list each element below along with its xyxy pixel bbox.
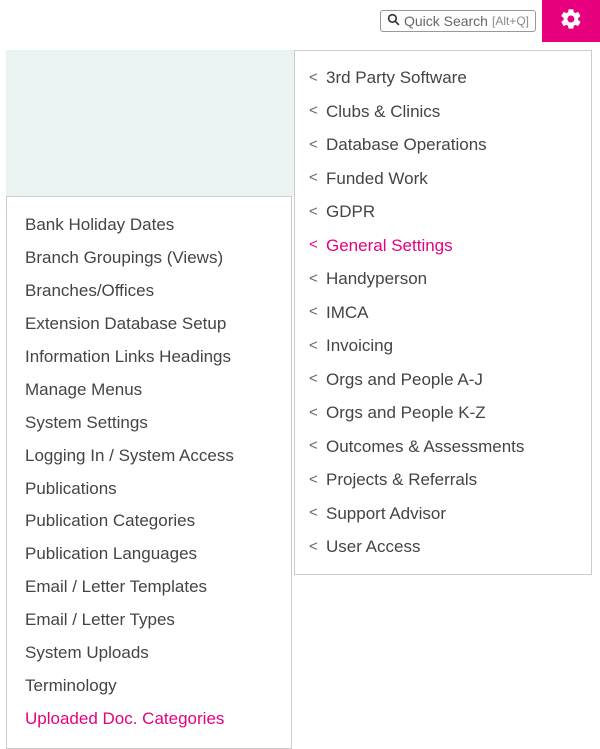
chevron-left-icon: < <box>309 368 321 391</box>
category-label: Handyperson <box>326 266 427 292</box>
chevron-left-icon: < <box>309 435 321 458</box>
submenu-item[interactable]: Branches/Offices <box>7 275 291 308</box>
search-shortcut: [Alt+Q] <box>492 14 529 28</box>
category-label: Projects & Referrals <box>326 467 477 493</box>
submenu-item[interactable]: Email / Letter Types <box>7 604 291 637</box>
category-label: Database Operations <box>326 132 487 158</box>
chevron-left-icon: < <box>309 301 321 324</box>
category-item[interactable]: <Orgs and People K-Z <box>295 396 591 430</box>
category-item[interactable]: <Handyperson <box>295 262 591 296</box>
submenu-item[interactable]: Branch Groupings (Views) <box>7 242 291 275</box>
category-label: Orgs and People K-Z <box>326 400 486 426</box>
category-label: Support Advisor <box>326 501 446 527</box>
submenu-item[interactable]: Email / Letter Templates <box>7 571 291 604</box>
category-item[interactable]: <GDPR <box>295 195 591 229</box>
settings-button[interactable] <box>542 0 600 42</box>
quick-search-input[interactable]: Quick Search [Alt+Q] <box>380 10 536 32</box>
category-item[interactable]: <Database Operations <box>295 128 591 162</box>
submenu-item[interactable]: System Uploads <box>7 637 291 670</box>
chevron-left-icon: < <box>309 268 321 291</box>
submenu-item[interactable]: Terminology <box>7 670 291 703</box>
category-label: GDPR <box>326 199 375 225</box>
chevron-left-icon: < <box>309 234 321 257</box>
submenu-item[interactable]: Bank Holiday Dates <box>7 209 291 242</box>
category-item[interactable]: <Orgs and People A-J <box>295 363 591 397</box>
submenu-item[interactable]: Publications <box>7 473 291 506</box>
chevron-left-icon: < <box>309 67 321 90</box>
chevron-left-icon: < <box>309 100 321 123</box>
chevron-left-icon: < <box>309 536 321 559</box>
category-label: 3rd Party Software <box>326 65 467 91</box>
submenu: Bank Holiday DatesBranch Groupings (View… <box>6 196 292 749</box>
category-item[interactable]: <Invoicing <box>295 329 591 363</box>
topbar: Quick Search [Alt+Q] <box>0 0 600 42</box>
category-item[interactable]: <Support Advisor <box>295 497 591 531</box>
category-item[interactable]: <Clubs & Clinics <box>295 95 591 129</box>
category-item[interactable]: <Projects & Referrals <box>295 463 591 497</box>
category-label: Funded Work <box>326 166 428 192</box>
submenu-item[interactable]: Information Links Headings <box>7 341 291 374</box>
category-item[interactable]: <General Settings <box>295 229 591 263</box>
category-label: Invoicing <box>326 333 393 359</box>
submenu-item[interactable]: Extension Database Setup <box>7 308 291 341</box>
category-label: Outcomes & Assessments <box>326 434 524 460</box>
category-label: Orgs and People A-J <box>326 367 483 393</box>
category-item[interactable]: <IMCA <box>295 296 591 330</box>
submenu-item[interactable]: Logging In / System Access <box>7 440 291 473</box>
gear-icon <box>559 7 583 36</box>
category-menu: <3rd Party Software<Clubs & Clinics<Data… <box>294 50 592 575</box>
chevron-left-icon: < <box>309 167 321 190</box>
category-item[interactable]: <3rd Party Software <box>295 61 591 95</box>
submenu-item[interactable]: Manage Menus <box>7 374 291 407</box>
chevron-left-icon: < <box>309 402 321 425</box>
category-item[interactable]: <Funded Work <box>295 162 591 196</box>
submenu-item[interactable]: Publication Languages <box>7 538 291 571</box>
category-label: User Access <box>326 534 420 560</box>
search-icon <box>387 13 400 29</box>
category-item[interactable]: <User Access <box>295 530 591 564</box>
chevron-left-icon: < <box>309 502 321 525</box>
category-label: Clubs & Clinics <box>326 99 440 125</box>
chevron-left-icon: < <box>309 469 321 492</box>
category-label: IMCA <box>326 300 369 326</box>
category-item[interactable]: <Outcomes & Assessments <box>295 430 591 464</box>
category-label: General Settings <box>326 233 453 259</box>
submenu-item[interactable]: System Settings <box>7 407 291 440</box>
background-fill <box>6 50 294 196</box>
submenu-item[interactable]: Publication Categories <box>7 505 291 538</box>
chevron-left-icon: < <box>309 335 321 358</box>
chevron-left-icon: < <box>309 134 321 157</box>
search-placeholder: Quick Search <box>404 13 488 29</box>
chevron-left-icon: < <box>309 201 321 224</box>
submenu-item[interactable]: Uploaded Doc. Categories <box>7 703 291 736</box>
